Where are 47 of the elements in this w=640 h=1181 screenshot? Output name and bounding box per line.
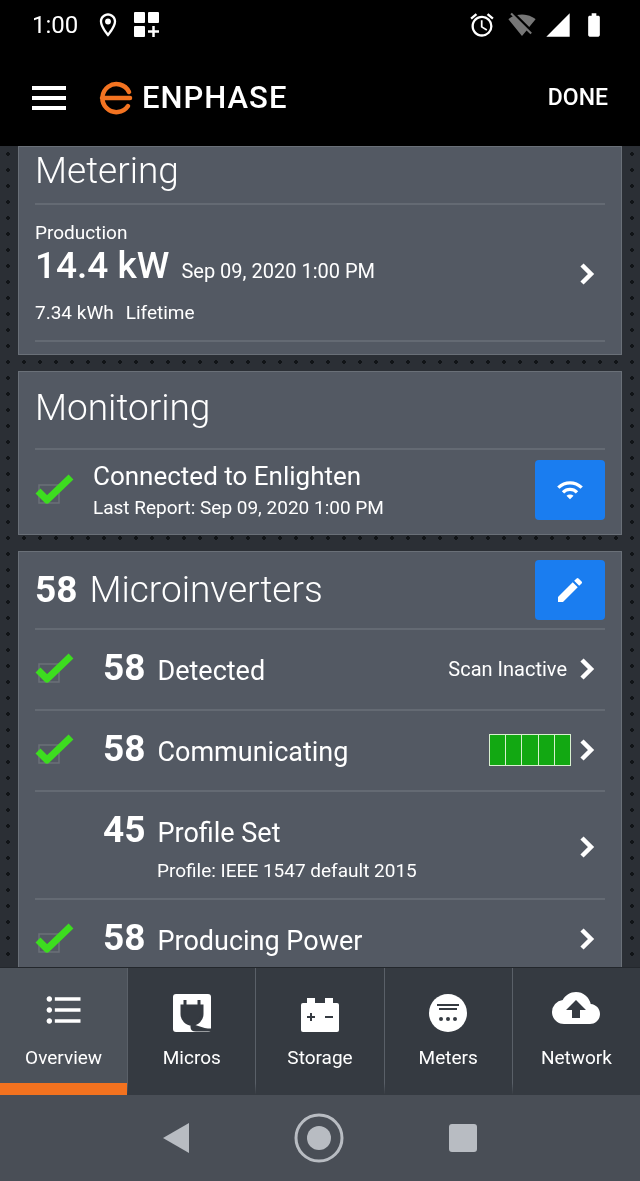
production-row[interactable]: Production 14.4 kW Sep 09, 2020 1:00 PM 7.34 kWh Lifetime <box>19 205 621 340</box>
tab[interactable]: Meters <box>383 968 512 1095</box>
row-count: 58 <box>103 646 146 691</box>
timestamp: Sep 09, 2020 1:00 PM <box>181 258 375 285</box>
tab[interactable]: Storage <box>255 968 384 1095</box>
scan-status: Scan Inactive <box>448 656 567 683</box>
row-count: 45 <box>103 807 146 852</box>
row-label: Profile Set <box>157 815 281 851</box>
home-icon[interactable] <box>294 1113 344 1163</box>
row-label: Producing Power <box>157 924 363 960</box>
microinverters-title: Microinverters <box>89 566 323 613</box>
tab[interactable]: Micros <box>127 968 256 1095</box>
metering-title: Metering <box>34 148 180 194</box>
logo-text: ENPHASE <box>142 77 288 118</box>
last-report: Last Report: Sep 09, 2020 1:00 PM <box>93 494 385 521</box>
monitoring-title: Monitoring <box>34 384 212 431</box>
row-label: Detected <box>157 654 266 690</box>
menu-button[interactable] <box>32 86 66 110</box>
row-count: 58 <box>103 916 146 961</box>
connection-status: Connected to Enlighten <box>93 459 363 493</box>
power-value: 14.4 kW <box>35 245 170 287</box>
cell-signal-icon <box>544 11 572 39</box>
row-label: Communicating <box>157 735 349 771</box>
chevron-right-icon <box>579 738 595 762</box>
profile-name: Profile: IEEE 1547 default 2015 <box>157 858 418 884</box>
tab[interactable]: Overview <box>0 968 128 1095</box>
production-label: Production <box>35 221 128 245</box>
chevron-right-icon <box>579 262 595 287</box>
lifetime-value: 7.34 kWh <box>35 300 114 326</box>
lifetime-label: Lifetime <box>125 300 195 326</box>
microinverter-count: 58 <box>35 566 78 613</box>
done-button[interactable]: DONE <box>547 80 608 116</box>
row-count: 58 <box>103 727 146 772</box>
battery-icon <box>301 998 339 1032</box>
alarm-icon <box>468 11 496 39</box>
chevron-right-icon <box>579 834 595 859</box>
edit-button[interactable] <box>535 559 605 620</box>
logo-icon <box>98 80 134 116</box>
apps-icon <box>134 12 161 38</box>
recents-icon[interactable] <box>449 1124 478 1152</box>
chevron-right-icon <box>579 927 595 951</box>
plug-icon <box>172 994 211 1032</box>
chevron-right-icon <box>579 657 595 681</box>
back-icon[interactable] <box>162 1123 189 1153</box>
clock-time: 1:00 <box>32 10 79 41</box>
wifi-button[interactable] <box>535 459 605 520</box>
meter-icon <box>429 994 468 1032</box>
